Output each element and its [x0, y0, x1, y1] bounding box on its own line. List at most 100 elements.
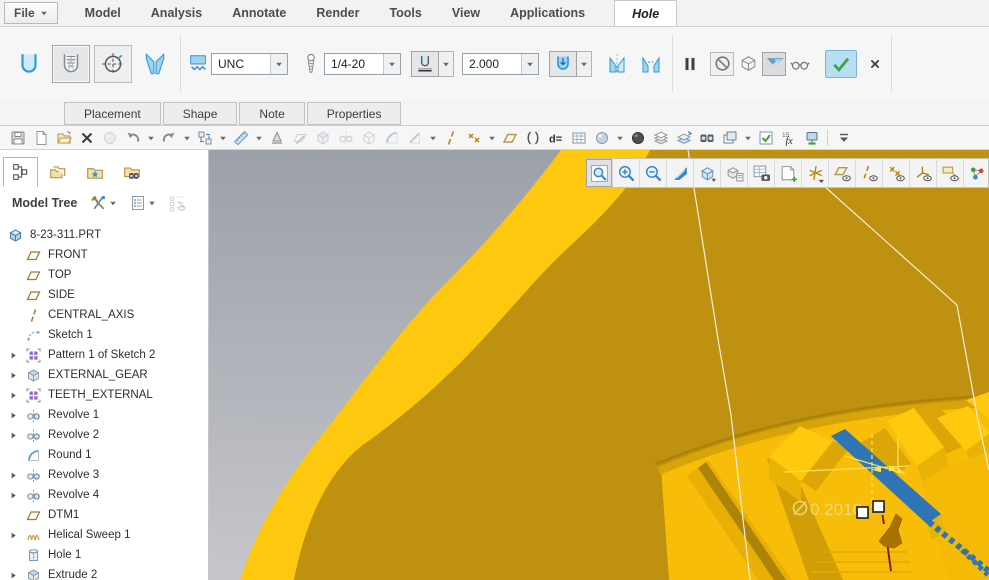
tree-item-extrude-2[interactable]: Extrude 2 — [0, 565, 208, 580]
dropdown-arrow[interactable] — [216, 127, 229, 148]
annotation-display-icon[interactable] — [937, 159, 964, 187]
folder-browser-tab[interactable] — [40, 157, 75, 187]
expand-arrow-icon[interactable] — [8, 390, 26, 401]
cancel-button[interactable] — [863, 52, 887, 76]
tree-item-revolve-1[interactable]: Revolve 1 — [0, 405, 208, 425]
sketched-hole-button[interactable] — [94, 45, 132, 83]
open-icon[interactable] — [52, 127, 75, 148]
expand-arrow-icon[interactable] — [8, 410, 26, 421]
screw-size-combobox[interactable]: 1/4-20 — [324, 53, 401, 75]
new-icon[interactable] — [29, 127, 52, 148]
depth-option-icon[interactable] — [411, 51, 439, 77]
menu-item-annotate[interactable]: Annotate — [217, 0, 301, 26]
tab-hole[interactable]: Hole — [614, 0, 677, 26]
exit-counterbore-button[interactable] — [636, 49, 666, 79]
datum-plane-icon[interactable] — [498, 127, 521, 148]
wire-box-icon[interactable] — [357, 127, 380, 148]
parameters-icon[interactable] — [777, 127, 800, 148]
plane-display-icon[interactable] — [829, 159, 856, 187]
chevron-down-icon[interactable] — [439, 51, 454, 77]
expand-arrow-icon[interactable] — [8, 470, 26, 481]
expand-arrow-icon[interactable] — [8, 350, 26, 361]
depth-option-splitbutton[interactable] — [411, 51, 454, 77]
attached-preview-button[interactable] — [762, 52, 786, 76]
pause-button[interactable] — [678, 52, 702, 76]
model-tree-tab[interactable] — [3, 157, 38, 187]
tree-tools-button[interactable] — [90, 195, 117, 212]
subtab-shape[interactable]: Shape — [163, 102, 238, 125]
zoom-out-icon[interactable] — [640, 159, 667, 187]
display-style-icon[interactable] — [694, 159, 721, 187]
file-menu-button[interactable]: File — [4, 2, 58, 24]
coord-system-icon[interactable] — [521, 127, 544, 148]
tree-item-revolve-4[interactable]: Revolve 4 — [0, 485, 208, 505]
expand-arrow-icon[interactable] — [8, 530, 26, 541]
layer-stack-icon[interactable] — [672, 127, 695, 148]
tree-item-front[interactable]: FRONT — [0, 245, 208, 265]
unattached-preview-button[interactable] — [736, 52, 760, 76]
menu-item-view[interactable]: View — [437, 0, 495, 26]
dropdown-arrow[interactable] — [485, 127, 498, 148]
scene-icon[interactable] — [626, 127, 649, 148]
exit-countersink-button[interactable] — [602, 49, 632, 79]
refit-icon[interactable] — [586, 159, 613, 187]
tree-item-external-gear[interactable]: EXTERNAL_GEAR — [0, 365, 208, 385]
round-icon[interactable] — [380, 127, 403, 148]
menu-item-model[interactable]: Model — [70, 0, 136, 26]
repaint-icon[interactable] — [667, 159, 694, 187]
menu-item-render[interactable]: Render — [301, 0, 374, 26]
hole-diameter-value[interactable]: 0.2010 — [810, 500, 862, 519]
regenerate-icon[interactable] — [193, 127, 216, 148]
subtab-properties[interactable]: Properties — [307, 102, 402, 125]
close-window-icon[interactable] — [75, 127, 98, 148]
table-icon[interactable] — [567, 127, 590, 148]
datum-point-icon[interactable] — [462, 127, 485, 148]
measure-icon[interactable] — [229, 127, 252, 148]
tasks-icon[interactable] — [754, 127, 777, 148]
depth-value-combobox[interactable]: 2.000 — [462, 53, 539, 75]
tree-item-helical-sweep-1[interactable]: Helical Sweep 1 — [0, 525, 208, 545]
ok-button[interactable] — [825, 50, 857, 78]
windows-icon[interactable] — [718, 127, 741, 148]
history-tab[interactable] — [114, 157, 149, 187]
saved-views-icon[interactable] — [721, 159, 748, 187]
find-icon[interactable] — [695, 127, 718, 148]
chevron-down-icon[interactable] — [521, 54, 538, 74]
annotations-icon[interactable] — [775, 159, 802, 187]
no-preview-button[interactable] — [710, 52, 734, 76]
tree-item-side[interactable]: SIDE — [0, 285, 208, 305]
datum-axis-icon[interactable] — [439, 127, 462, 148]
dropdown-arrow[interactable] — [613, 127, 626, 148]
chevron-down-icon[interactable] — [577, 51, 592, 77]
sketch-plane-icon[interactable] — [288, 127, 311, 148]
graphics-area[interactable]: 0.2010 — [209, 150, 989, 580]
appearance-icon[interactable] — [590, 127, 613, 148]
depth-direction-icon[interactable] — [549, 51, 577, 77]
expand-arrow-icon[interactable] — [8, 370, 26, 381]
menu-item-analysis[interactable]: Analysis — [136, 0, 217, 26]
chamfer-icon[interactable] — [403, 127, 426, 148]
material-ball-icon[interactable] — [98, 127, 121, 148]
expand-arrow-icon[interactable] — [8, 570, 26, 580]
depth-direction-splitbutton[interactable] — [549, 51, 592, 77]
tree-item-central-axis[interactable]: CENTRAL_AXIS — [0, 305, 208, 325]
standard-tapped-hole-button[interactable] — [52, 45, 90, 83]
tapered-hole-button[interactable] — [136, 45, 174, 83]
menu-item-applications[interactable]: Applications — [495, 0, 600, 26]
spin-center-icon[interactable] — [964, 159, 989, 187]
extrude-icon[interactable] — [311, 127, 334, 148]
placement-drag-handle[interactable] — [873, 501, 884, 512]
csys-display-icon[interactable] — [910, 159, 937, 187]
zoom-in-icon[interactable] — [613, 159, 640, 187]
tree-item-top[interactable]: TOP — [0, 265, 208, 285]
dropdown-arrow[interactable] — [252, 127, 265, 148]
chevron-down-icon[interactable] — [270, 54, 287, 74]
subtab-placement[interactable]: Placement — [64, 102, 161, 125]
dropdown-arrow[interactable] — [426, 127, 439, 148]
favorites-tab[interactable] — [77, 157, 112, 187]
tree-item-revolve-2[interactable]: Revolve 2 — [0, 425, 208, 445]
view-manager-icon[interactable] — [748, 159, 775, 187]
subtab-note[interactable]: Note — [239, 102, 304, 125]
undo-icon[interactable] — [121, 127, 144, 148]
revolve-icon[interactable] — [334, 127, 357, 148]
